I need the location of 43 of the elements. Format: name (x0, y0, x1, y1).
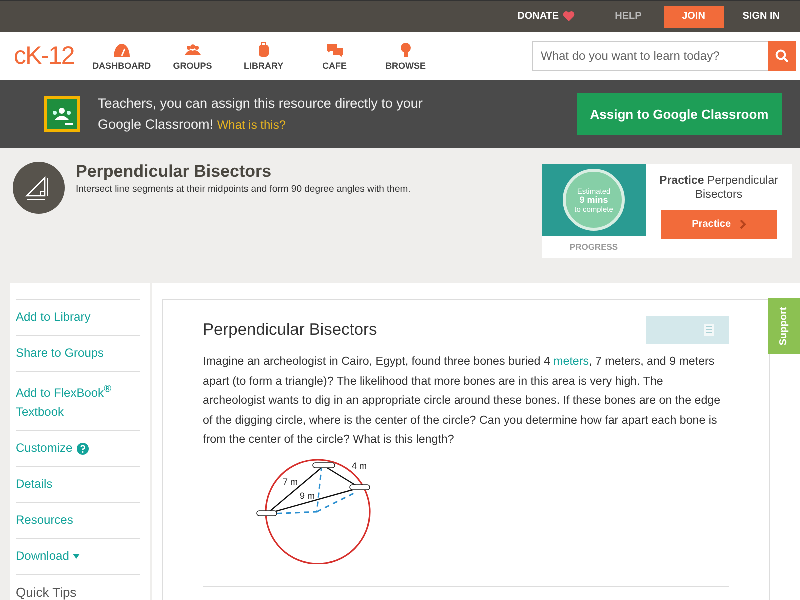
sidebar-item[interactable]: Share to Groups (16, 335, 140, 371)
donate-link[interactable]: DONATE (518, 11, 560, 22)
nav-item[interactable]: GROUPS (157, 42, 228, 70)
join-button[interactable]: JOIN (664, 6, 724, 28)
practice-title: Practice Perpendicular Bisectors (658, 174, 780, 202)
assign-button[interactable]: Assign to Google Classroom (577, 93, 782, 135)
banner-text: Teachers, you can assign this resource directly to your Google Classroom! What is this? (98, 94, 424, 134)
nav-item[interactable]: DASHBOARD (86, 42, 158, 70)
sign-in-link[interactable]: SIGN IN (742, 11, 780, 22)
speech-bubbles-icon (326, 42, 344, 58)
concept-title: Perpendicular Bisectors (76, 162, 273, 182)
sidebar-heading: Quick Tips (16, 574, 140, 600)
sidebar-item[interactable]: Add to FlexBook$^{®}$ Textbook (16, 371, 140, 430)
help-icon (76, 442, 89, 454)
bones-circle-diagram: 7 m 4 m 9 m (199, 454, 409, 564)
classroom-icon (44, 96, 80, 132)
logo[interactable]: cK-12 (14, 42, 74, 70)
gauge-icon (112, 42, 131, 58)
nav-item[interactable]: CAFE (299, 42, 370, 70)
support-tab[interactable]: Support (768, 298, 800, 354)
progress-label: PROGRESS (570, 242, 618, 252)
nav-item[interactable]: LIBRARY (228, 42, 300, 70)
concept-subtitle: Intersect line segments at their midpoints and form 90 degree angles with them. (76, 184, 411, 195)
sidebar-item[interactable]: Resources (16, 502, 140, 538)
sidebar-item[interactable]: Download (16, 538, 140, 574)
article-title: Perpendicular Bisectors (203, 320, 378, 340)
sidebar-item[interactable]: Details (16, 466, 140, 502)
practice-button[interactable]: Practice (661, 210, 777, 239)
note-icon (703, 323, 715, 337)
search-field[interactable]: What do you want to learn today? (532, 41, 768, 71)
caret-icon (73, 554, 80, 559)
chevron-icon (740, 220, 746, 229)
sidebar-item[interactable]: Add to Library (16, 299, 140, 335)
people-icon (184, 42, 202, 58)
search-button[interactable] (768, 41, 796, 71)
nav-item[interactable]: BROWSE (370, 42, 442, 70)
article-paragraph: Imagine an archeologist in Cairo, Egypt, found three bones buried 4 meters, 7 meters, and 9 meters apart (to form a triangle)? The likelihood that more bones are in this area is very high. The archeologist wants to dig in an appropriate circle around these bones. If these bones are on the edge of the digging circle, where is the center of the circle? Can you determine how far apart each bone is from the center of the circle? What is this length? (203, 354, 722, 448)
sidebar-item[interactable]: Customize (16, 430, 140, 466)
meters-link[interactable]: meters (554, 355, 590, 368)
heart-icon (563, 11, 576, 22)
search-icon (775, 49, 789, 63)
help-link[interactable]: HELP (615, 11, 642, 22)
what-is-this-link[interactable]: What is this? (217, 118, 286, 132)
